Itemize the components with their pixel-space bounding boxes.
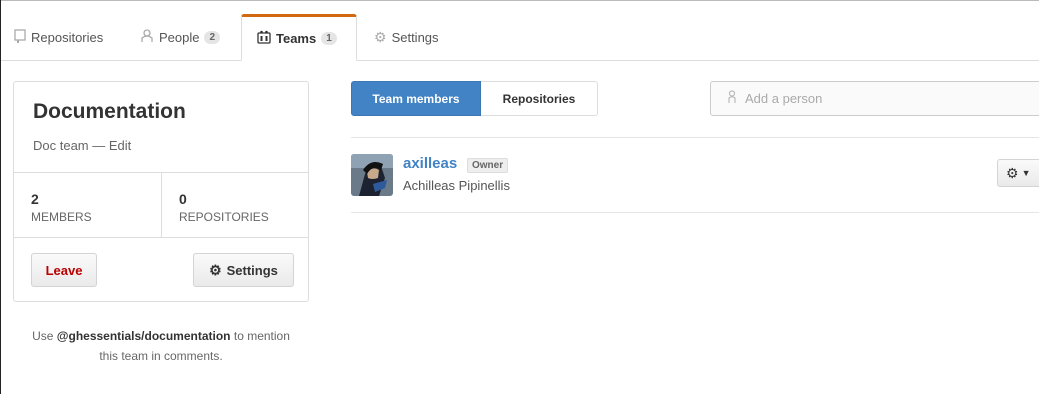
member-username[interactable]: axilleas bbox=[403, 155, 457, 172]
team-stats: 2 MEMBERS 0 REPOSITORIES bbox=[14, 172, 308, 238]
repositories-count: 0 bbox=[179, 191, 187, 207]
top-border bbox=[1, 0, 1039, 1]
person-icon bbox=[727, 90, 737, 107]
team-icon bbox=[257, 30, 271, 47]
people-count-badge: 2 bbox=[204, 30, 221, 44]
team-repositories-button[interactable]: Repositories bbox=[481, 81, 598, 116]
team-description: Doc team — Edit bbox=[33, 138, 131, 153]
member-actions-dropdown[interactable]: ⚙ ▼ bbox=[997, 159, 1039, 187]
team-name: Documentation bbox=[33, 100, 186, 123]
add-person-placeholder: Add a person bbox=[745, 91, 823, 106]
tab-label: People bbox=[159, 29, 200, 45]
add-person-input[interactable]: Add a person bbox=[710, 81, 1039, 116]
repositories-stat[interactable]: 0 REPOSITORIES bbox=[162, 173, 308, 237]
members-count: 2 bbox=[31, 191, 39, 207]
teams-count-badge: 1 bbox=[321, 32, 337, 45]
tab-repositories[interactable]: Repositories bbox=[14, 14, 103, 60]
tab-teams[interactable]: Teams 1 bbox=[241, 14, 357, 61]
owner-badge: Owner bbox=[467, 158, 509, 173]
team-info-panel: Documentation Doc team — Edit 2 MEMBERS … bbox=[13, 81, 309, 302]
mention-prefix: Use bbox=[32, 329, 54, 343]
tab-label: Settings bbox=[391, 29, 439, 45]
team-members-button[interactable]: Team members bbox=[351, 81, 481, 116]
team-settings-label: Settings bbox=[226, 262, 278, 278]
mention-line-2: this team in comments. bbox=[99, 349, 223, 363]
gear-icon: ⚙ bbox=[1006, 164, 1019, 181]
team-description-text: Doc team bbox=[33, 138, 89, 153]
people-icon bbox=[140, 28, 154, 46]
leave-team-button[interactable]: Leave bbox=[31, 253, 97, 287]
gear-icon: ⚙ bbox=[374, 28, 387, 45]
team-view-toggle: Team members Repositories bbox=[351, 81, 598, 116]
repo-icon bbox=[14, 28, 26, 46]
edit-description-link[interactable]: Edit bbox=[109, 138, 131, 153]
caret-down-icon: ▼ bbox=[1021, 168, 1031, 178]
description-separator: — bbox=[92, 138, 106, 153]
repositories-label: REPOSITORIES bbox=[179, 210, 269, 224]
tab-label: Teams bbox=[276, 31, 317, 46]
member-avatar[interactable] bbox=[351, 154, 393, 196]
tab-settings[interactable]: ⚙ Settings bbox=[374, 14, 439, 60]
tab-label: Repositories bbox=[31, 29, 104, 45]
members-label: MEMBERS bbox=[31, 210, 92, 224]
mention-suffix: to mention bbox=[233, 329, 290, 343]
org-tabs: Repositories People 2 Teams 1 ⚙ Settings bbox=[1, 14, 1039, 61]
team-mention-handle: @ghessentials/documentation bbox=[56, 329, 231, 343]
team-settings-button[interactable]: ⚙ Settings bbox=[193, 253, 294, 287]
members-bottom-divider bbox=[351, 212, 1039, 213]
members-top-divider bbox=[351, 137, 1039, 138]
gear-icon: ⚙ bbox=[209, 261, 222, 278]
members-stat[interactable]: 2 MEMBERS bbox=[14, 173, 162, 237]
mention-hint: Use @ghessentials/documentation to menti… bbox=[13, 326, 309, 366]
member-full-name: Achilleas Pipinellis bbox=[403, 178, 510, 193]
tab-people[interactable]: People 2 bbox=[140, 14, 221, 60]
